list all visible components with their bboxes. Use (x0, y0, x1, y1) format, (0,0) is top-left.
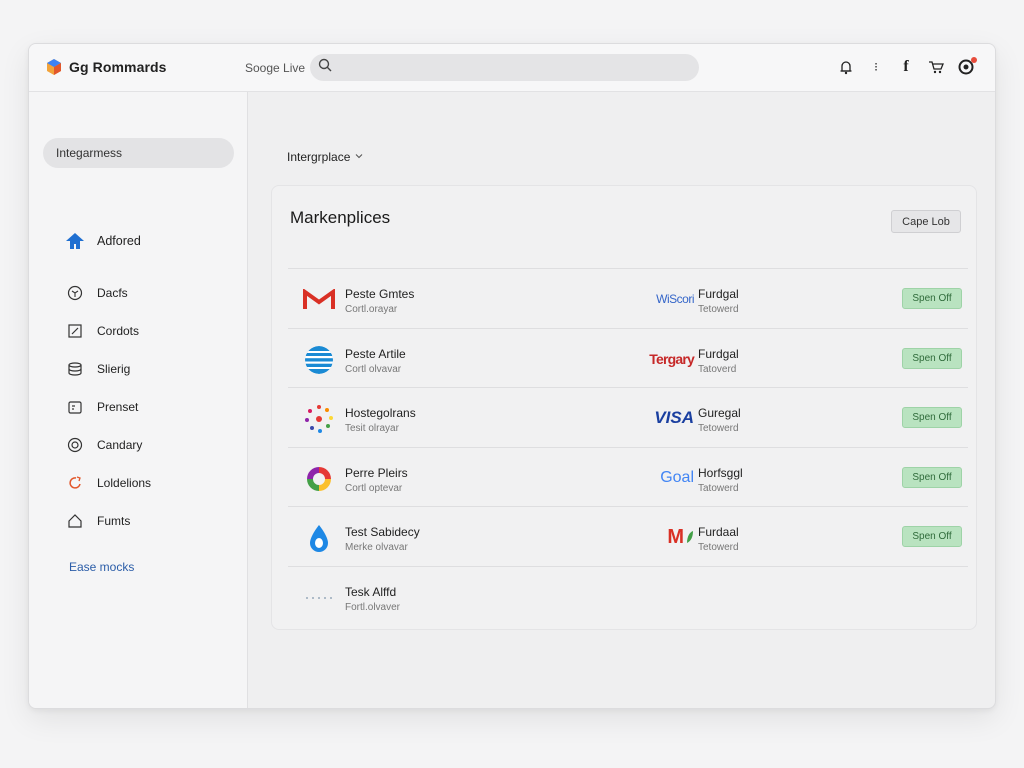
drop-logo-icon (302, 525, 336, 552)
cart-icon[interactable] (927, 58, 945, 76)
top-icons: ⁝ f (837, 57, 977, 76)
profile-icon[interactable] (957, 57, 977, 76)
visa-logo: VISA (654, 408, 694, 427)
sidebar-item-slierig[interactable]: Slierig (65, 350, 151, 388)
partner-logo: M (644, 525, 694, 549)
item-subtitle: Merke olvavar (345, 542, 408, 553)
sidebar-item-dacfs[interactable]: Dacfs (65, 274, 151, 312)
search-icon (318, 58, 332, 77)
wreath-logo-icon (302, 405, 336, 433)
facebook-icon[interactable]: f (897, 58, 915, 76)
item-name: Tesk Alffd (345, 584, 397, 599)
partner-logo: Goal (660, 468, 694, 486)
list-item: Tesk Alffd Fortl.olvaver (288, 565, 968, 626)
app-window: Gg Rommards Sooge Live ⁝ f Integarmess A… (28, 43, 996, 709)
panel-action-button[interactable]: Cape Lob (891, 210, 961, 233)
spen-off-button[interactable]: Spen Off (902, 407, 962, 428)
search-label: Sooge Live (245, 61, 306, 75)
ring-logo-icon (302, 466, 336, 492)
item-subtitle: Cortl.orayar (345, 304, 398, 315)
partner-subtitle: Tetowerd (698, 423, 739, 434)
item-subtitle: Fortl.olvaver (345, 601, 401, 613)
partner-subtitle: Tatowerd (698, 482, 739, 494)
marketplace-list: Peste Gmtes Cortl.orayar WiScori Furdgal… (288, 268, 968, 625)
panel-title: Markenplices (290, 208, 391, 227)
list-item: Test Sabidecy Merke olvavar M Furdaal Te… (288, 506, 968, 566)
item-subtitle: Tesit olrayar (345, 423, 399, 434)
dots-logo-icon (302, 585, 336, 611)
more-icon[interactable]: ⁝ (867, 58, 885, 76)
list-item: Peste Gmtes Cortl.orayar WiScori Furdgal… (288, 268, 968, 328)
sidebar-item-label: Fumts (97, 514, 131, 528)
sidebar-item-cordots[interactable]: Cordots (65, 312, 151, 350)
target-icon (65, 435, 85, 455)
att-logo-icon (302, 345, 336, 374)
gmail-logo-icon (302, 287, 336, 313)
sidebar-nav: Adfored Dacfs Cordots Slierig Prenset Ca… (65, 222, 151, 540)
sidebar-item-prenset[interactable]: Prenset (65, 388, 151, 426)
item-subtitle: Cortl olvavar (345, 363, 402, 375)
sidebar-item-adfored[interactable]: Adfored (65, 222, 151, 260)
marketplace-panel: Markenplices Cape Lob Peste Gmtes Cortl.… (271, 185, 977, 630)
dropdown-label: Intergrplace (287, 150, 351, 164)
spen-off-button[interactable]: Spen Off (902, 347, 962, 369)
database-icon (65, 359, 85, 379)
item-subtitle: Cortl optevar (345, 482, 403, 494)
leaf-icon (687, 531, 693, 543)
sidebar-item-label: Dacfs (97, 286, 128, 300)
sidebar-item-label: Candary (97, 438, 143, 452)
item-name: Peste Artile (345, 346, 406, 361)
partner-logo: Tergary (649, 350, 695, 367)
calendar-icon (65, 397, 85, 417)
sidebar-item-loldelions[interactable]: Loldelions (65, 464, 151, 502)
partner-logo-text: M (667, 525, 684, 548)
house-icon (65, 511, 85, 531)
list-item: Perre Pleirs Cortl optevar Goal Horfsggl… (288, 446, 968, 507)
brand-name: Gg Rommards (69, 59, 167, 75)
search-bar[interactable] (310, 54, 699, 81)
partner-subtitle: Tetowerd (698, 304, 739, 315)
spen-off-button[interactable]: Spen Off (902, 526, 962, 547)
home-icon (65, 231, 85, 251)
list-item: Hostegolrans Tesit olrayar VISA Guregal … (288, 387, 968, 447)
link-icon (65, 473, 85, 493)
sidebar-item-label: Cordots (97, 324, 140, 338)
sidebar-item-label: Loldelions (97, 476, 152, 490)
item-name: Test Sabidecy (345, 525, 420, 539)
sidebar-item-label: Adfored (97, 234, 141, 248)
edit-icon (65, 321, 85, 341)
sidebar-item-label: Prenset (97, 400, 139, 414)
partner-name: Furdaal (698, 525, 739, 539)
sidebar: Integarmess Adfored Dacfs Cordots Slieri… (29, 92, 248, 708)
partner-name: Guregal (698, 406, 741, 420)
sidebar-footer-link[interactable]: Ease mocks (69, 560, 134, 574)
chevron-down-icon (354, 150, 364, 164)
list-item: Peste Artile Cortl olvavar Tergary Furdg… (288, 327, 968, 388)
item-name: Hostegolrans (345, 406, 416, 420)
partner-subtitle: Tatoverd (698, 363, 737, 375)
partner-name: Furdgal (698, 346, 739, 361)
brand[interactable]: Gg Rommards (45, 58, 167, 76)
partner-subtitle: Tetowerd (698, 542, 739, 553)
item-name: Peste Gmtes (345, 287, 415, 301)
notification-dot (971, 57, 977, 63)
globe-icon (65, 283, 85, 303)
main-content: Intergrplace Markenplices Cape Lob Peste… (249, 92, 995, 708)
bell-icon[interactable] (837, 58, 855, 76)
sidebar-selected-item[interactable]: Integarmess (43, 138, 234, 168)
brand-logo-icon (45, 58, 63, 76)
spen-off-button[interactable]: Spen Off (902, 288, 962, 309)
sidebar-item-label: Slierig (97, 362, 131, 376)
top-bar: Gg Rommards Sooge Live ⁝ f (29, 44, 995, 92)
integration-dropdown[interactable]: Intergrplace (287, 150, 364, 164)
partner-logo: WiScori (656, 292, 694, 306)
sidebar-item-fumts[interactable]: Fumts (65, 502, 151, 540)
search-input[interactable] (338, 60, 678, 75)
item-name: Perre Pleirs (345, 465, 408, 480)
spen-off-button[interactable]: Spen Off (902, 466, 962, 488)
partner-name: Furdgal (698, 287, 739, 301)
sidebar-item-candary[interactable]: Candary (65, 426, 151, 464)
partner-name: Horfsggl (698, 465, 743, 480)
